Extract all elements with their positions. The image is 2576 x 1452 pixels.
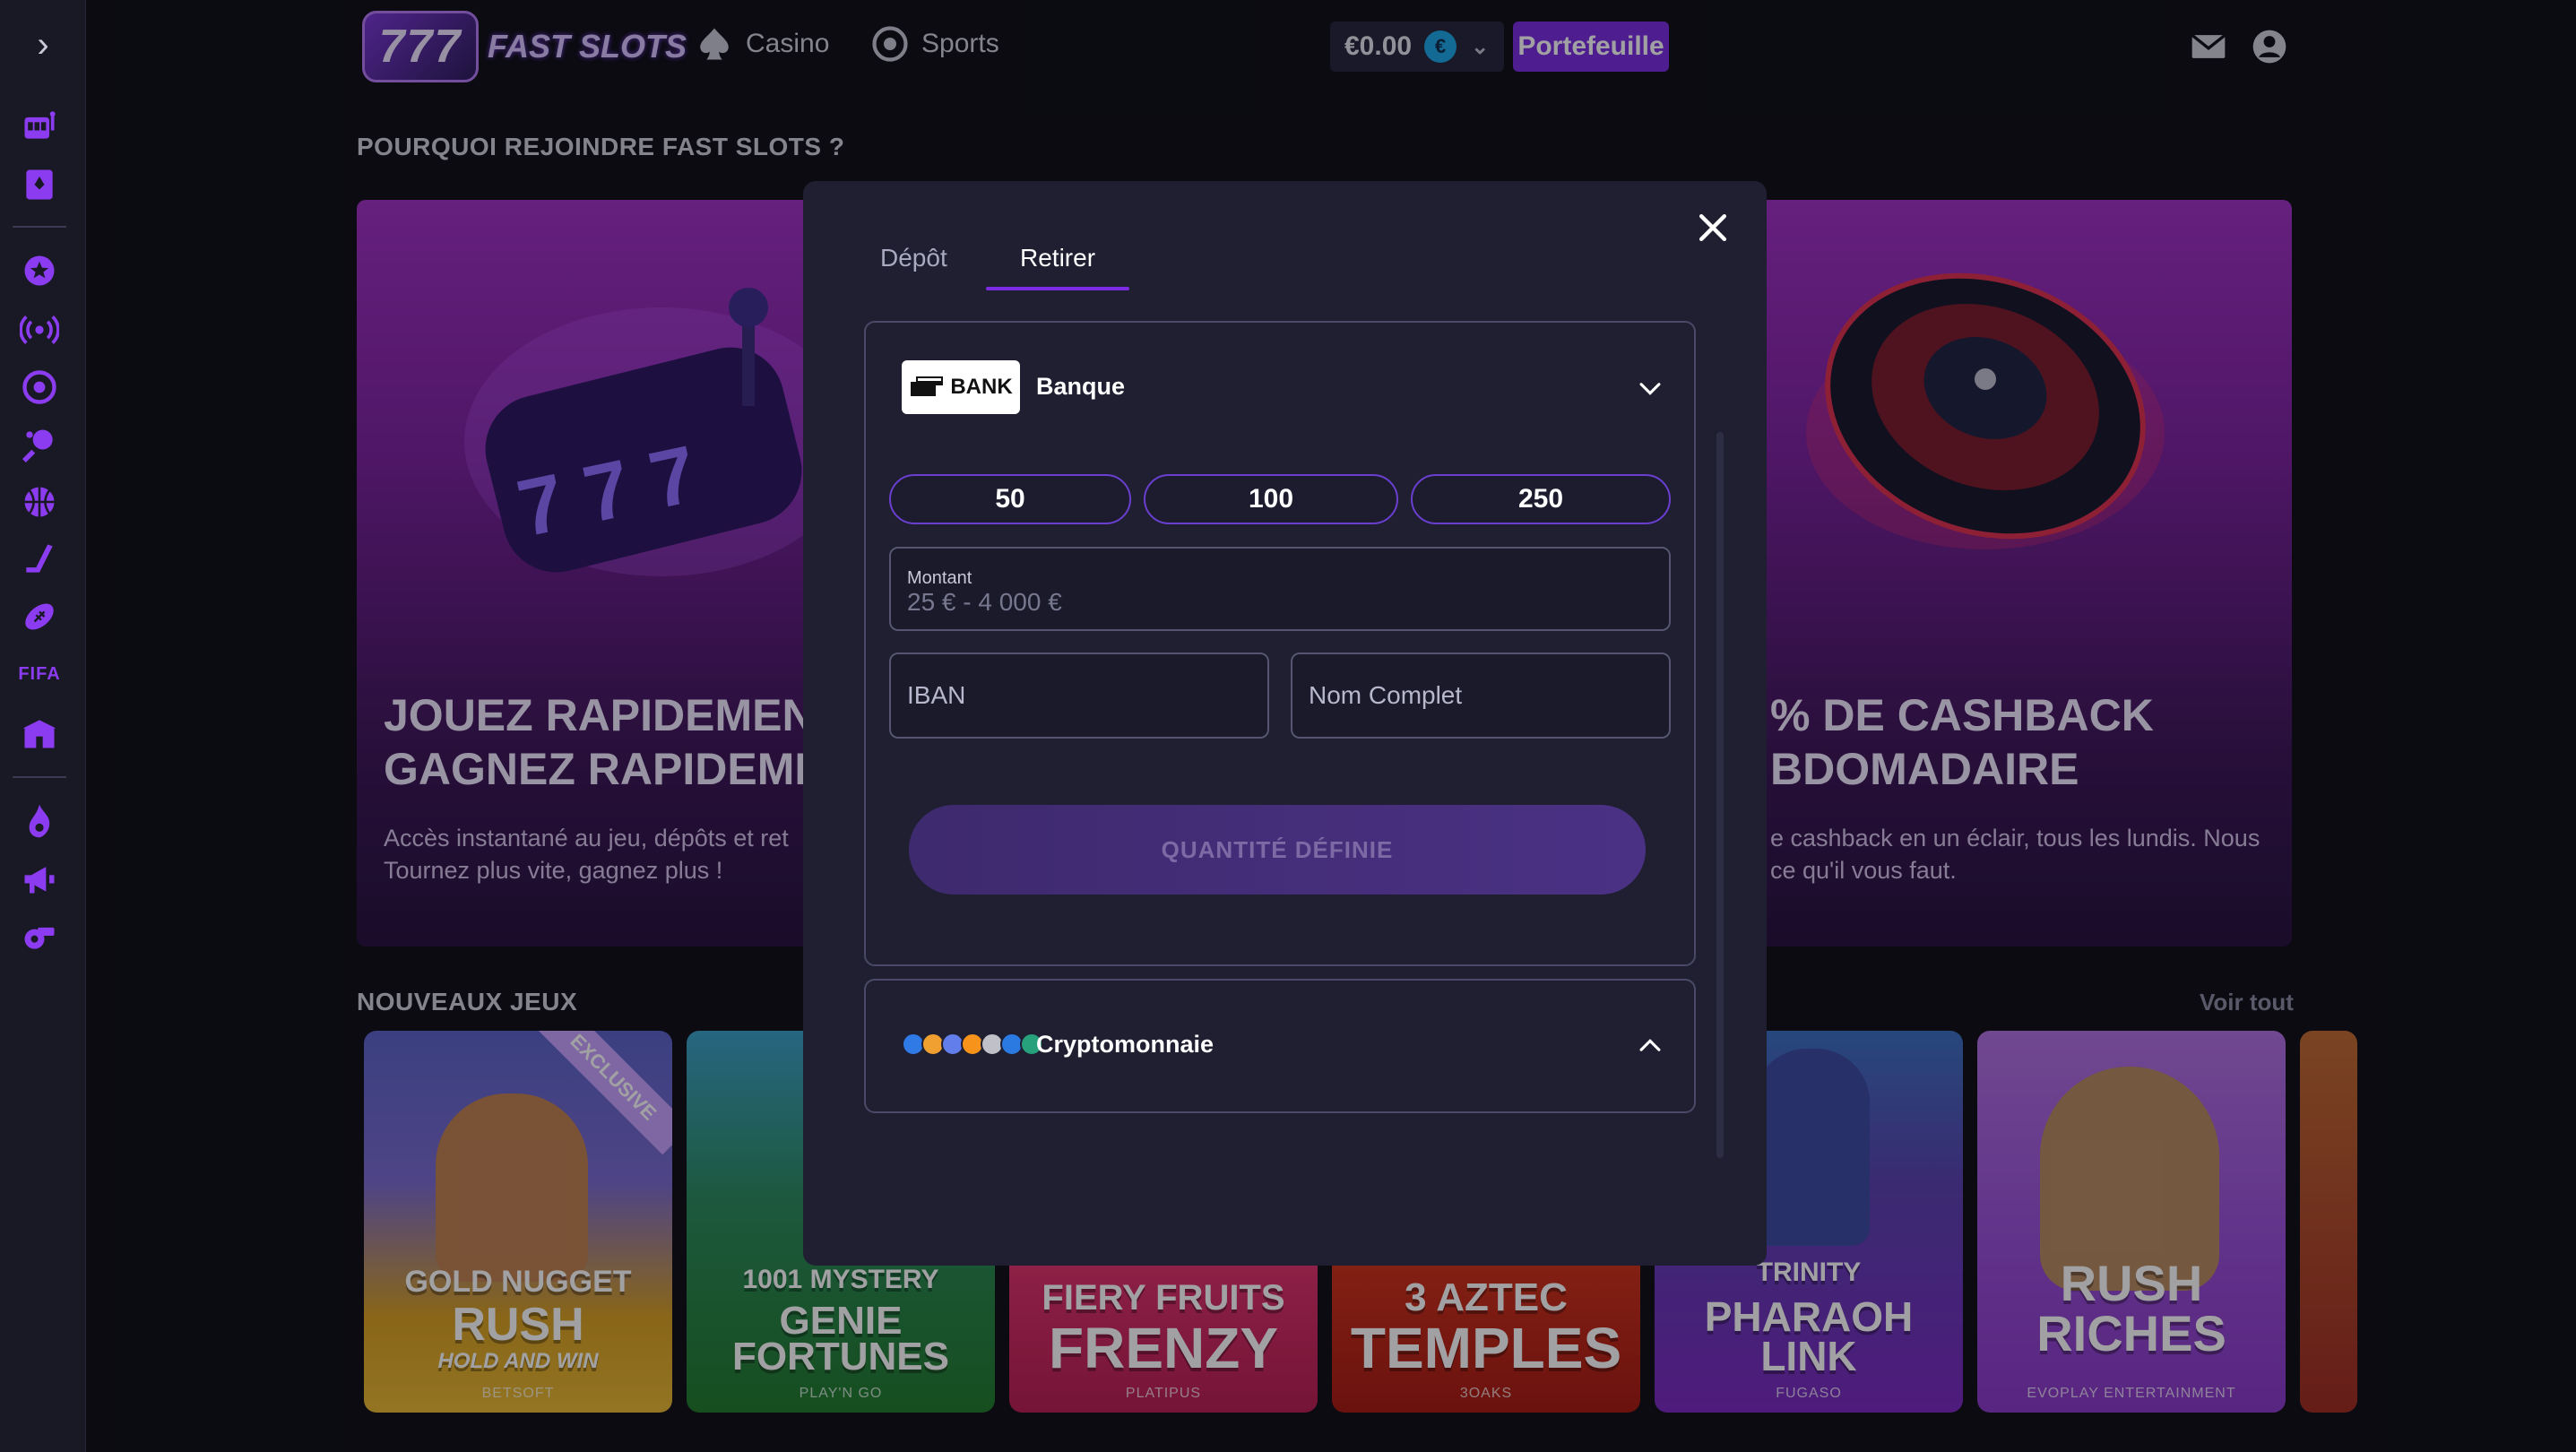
tennis-icon[interactable] [20, 425, 59, 464]
basketball-icon[interactable] [20, 482, 59, 522]
close-icon[interactable] [1693, 208, 1733, 247]
sidebar: › FIFA [0, 0, 86, 1452]
full-name-field[interactable]: Nom Complet [1291, 653, 1671, 739]
crypto-coins-icon [902, 1033, 1043, 1056]
hockey-icon[interactable] [20, 540, 59, 579]
slot-machine-icon[interactable] [20, 106, 59, 145]
amount-placeholder: 25 € - 4 000 € [907, 588, 1062, 616]
star-badge-icon[interactable] [20, 251, 59, 290]
fire-icon[interactable] [20, 801, 59, 841]
sidebar-divider [13, 776, 66, 778]
modal-scrollbar[interactable] [1716, 432, 1724, 1158]
bank-logo: BANK [902, 360, 1020, 414]
amount-field[interactable]: Montant 25 € - 4 000 € [889, 547, 1671, 631]
set-amount-button[interactable]: QUANTITÉ DÉFINIE [909, 805, 1646, 895]
sidebar-divider [13, 226, 66, 228]
iban-placeholder: IBAN [907, 681, 966, 709]
tab-deposit[interactable]: Dépôt [880, 244, 947, 272]
whistle-icon[interactable] [20, 916, 59, 955]
quick-amount-100[interactable]: 100 [1144, 474, 1398, 524]
sidebar-expand-icon[interactable]: › [25, 27, 61, 63]
full-name-placeholder: Nom Complet [1309, 681, 1463, 709]
fifa-icon[interactable]: FIFA [18, 656, 61, 692]
amount-label: Montant [907, 568, 972, 588]
live-broadcast-icon[interactable] [20, 310, 59, 350]
active-tab-indicator [986, 287, 1129, 290]
iban-field[interactable]: IBAN [889, 653, 1269, 739]
bank-card-icon [911, 376, 944, 396]
casino-card-icon[interactable] [20, 165, 59, 204]
crypto-method-panel[interactable]: Cryptomonnaie [864, 979, 1696, 1113]
chevron-down-icon[interactable] [1635, 373, 1665, 403]
stadium-icon[interactable] [20, 713, 59, 753]
megaphone-icon[interactable] [20, 859, 59, 898]
wallet-modal: Dépôt Retirer BANK Banque 50 100 250 Mon… [803, 181, 1767, 1266]
quick-amount-250[interactable]: 250 [1411, 474, 1671, 524]
crypto-method-name: Cryptomonnaie [1036, 1031, 1215, 1058]
quick-amount-50[interactable]: 50 [889, 474, 1131, 524]
soccer-ball-icon[interactable] [20, 367, 59, 407]
bank-logo-text: BANK [950, 375, 1013, 399]
american-football-icon[interactable] [20, 597, 59, 636]
bank-method-name[interactable]: Banque [1036, 373, 1125, 401]
tab-withdraw[interactable]: Retirer [1020, 244, 1095, 272]
fifa-label: FIFA [18, 663, 61, 684]
chevron-up-icon[interactable] [1635, 1031, 1665, 1061]
